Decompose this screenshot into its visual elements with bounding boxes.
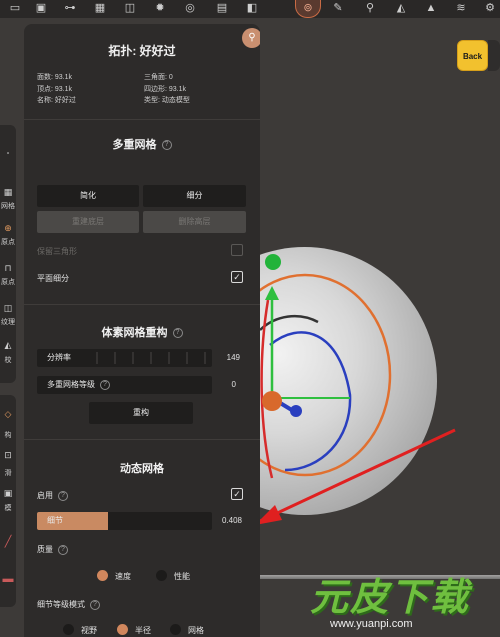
mode-radius-radio[interactable] [117, 624, 128, 635]
multires-level-label-text: 多重网格等级 [47, 380, 95, 389]
lt-grid-icon[interactable]: ▦ [0, 187, 16, 198]
lt2-label-2: 模 [4, 505, 12, 512]
topology-panel: 拓扑: 好好过 ⚲ 面数: 93.1k 顶点: 93.1k 名称: 好好过 三角… [24, 24, 260, 637]
lt-label-1: 原点 [1, 239, 15, 246]
lt-label-3: 纹理 [1, 319, 15, 326]
delete-higher-button[interactable]: 删除高层 [143, 211, 246, 233]
gizmo-red-ring [260, 299, 274, 479]
left-toolbar-lower: ◇ 构 ⊡ 滑 ▣ 模 ╱ ▬ [0, 395, 16, 607]
multires-level-slider[interactable]: 多重网格等级? [37, 376, 212, 394]
quality-label-text: 质量 [37, 545, 53, 554]
help-icon[interactable]: ? [58, 544, 68, 555]
lt-drop-icon[interactable]: ◇ [0, 409, 16, 420]
keep-triangles-checkbox[interactable] [231, 244, 243, 256]
help-icon[interactable]: ? [172, 328, 183, 339]
lt-symmetry-icon[interactable]: ◭ [0, 340, 16, 351]
flat-subdiv-label: 平面细分 [37, 274, 69, 283]
watermark: 元皮下载 www.yuanpi.com [310, 560, 500, 637]
multires-heading-text: 多重网格 [112, 139, 157, 151]
lt-image-icon[interactable]: ▣ [0, 488, 16, 499]
lt-label-0: 网格 [1, 203, 15, 210]
lt-copy-icon[interactable]: ◫ [0, 303, 16, 314]
quality-label: 质量? [37, 544, 68, 555]
lt-target-icon[interactable]: ⊕ [0, 223, 16, 234]
stat-triangles: 三角面: 0 [144, 74, 173, 81]
lt2-label-0: 构 [4, 432, 12, 439]
watermark-url: www.yuanpi.com [330, 618, 413, 630]
rebuild-lower-button[interactable]: 重建底层 [37, 211, 139, 233]
stat-name: 名称: 好好过 [37, 97, 76, 104]
divider [24, 119, 260, 120]
flat-subdiv-checkbox[interactable]: ✓ [231, 271, 243, 283]
divider [24, 304, 260, 305]
detail-mode-label: 细节等级模式? [37, 599, 100, 610]
gizmo-dark-arc [259, 314, 319, 331]
stat-type: 类型: 动态模型 [144, 97, 190, 104]
multires-level-value: 0 [231, 380, 236, 389]
resolution-slider[interactable]: 分辨率 [37, 349, 212, 367]
voxel-heading-text: 体素网格重构 [101, 327, 168, 339]
gizmo-y-arrow [265, 286, 279, 300]
panel-title: 拓扑: 好好过 [108, 44, 176, 58]
help-icon[interactable]: ? [58, 490, 68, 501]
dyntopo-heading: 动态网格 [120, 463, 164, 475]
detail-mode-label-text: 细节等级模式 [37, 600, 85, 609]
right-panel-tab[interactable] [488, 40, 500, 71]
mode-view-radio[interactable] [63, 624, 74, 635]
lt-export-icon[interactable]: ⊡ [0, 450, 16, 461]
gizmo-blue-ring [269, 331, 352, 472]
keep-triangles-label: 保留三角形 [37, 247, 77, 256]
stat-vertices: 顶点: 93.1k [37, 86, 73, 93]
enable-label: 启用? [37, 490, 68, 501]
subdivide-button[interactable]: 细分 [143, 185, 246, 207]
lt-arrow-icon[interactable]: ° [0, 152, 16, 159]
lt-lock-icon[interactable]: ⊓ [0, 263, 16, 274]
mode-radius-label: 半径 [135, 626, 151, 635]
multires-heading: 多重网格? [24, 136, 260, 152]
mode-mesh-radio[interactable] [170, 624, 181, 635]
quality-speed-label: 速度 [115, 572, 131, 581]
lt-label-4: 校 [4, 357, 12, 364]
gizmo-z-handle [290, 405, 302, 417]
resolution-value: 149 [226, 353, 240, 362]
help-icon[interactable]: ? [90, 599, 100, 610]
quality-performance-radio[interactable] [156, 570, 167, 581]
lt-color-swatch-icon[interactable]: ╱ [0, 535, 16, 548]
multires-level-label: 多重网格等级? [47, 376, 110, 394]
detail-label: 细节 [47, 516, 63, 525]
stat-quads: 四边形: 93.1k [144, 86, 187, 93]
detail-value: 0.408 [221, 516, 242, 525]
left-toolbar: ° ▦ 网格 ⊕ 原点 ⊓ 原点 ◫ 纹理 ◭ 校 [0, 125, 16, 383]
gizmo-center-handle [262, 391, 282, 411]
lt-label-2: 原点 [1, 279, 15, 286]
help-icon[interactable]: ? [100, 379, 110, 390]
quality-performance-label: 性能 [174, 572, 190, 581]
remesh-button[interactable]: 重构 [89, 402, 193, 424]
enable-checkbox[interactable]: ✓ [231, 488, 243, 500]
pin-icon[interactable]: ⚲ [242, 28, 260, 48]
simplify-button[interactable]: 简化 [37, 185, 139, 207]
quality-speed-radio[interactable] [97, 570, 108, 581]
mode-mesh-label: 网格 [188, 626, 204, 635]
back-button[interactable]: Back [457, 40, 488, 71]
detail-slider[interactable]: 细节 [37, 512, 212, 530]
resolution-ticks [96, 352, 206, 364]
help-icon[interactable]: ? [161, 140, 172, 151]
voxel-heading: 体素网格重构? [24, 324, 260, 340]
enable-label-text: 启用 [37, 491, 53, 500]
watermark-text: 元皮下载 [310, 577, 471, 619]
viewport[interactable]: ▭ ▣ ⊶ ▦ ◫ ✹ ◎ ▤ ◧ ⊚ ✎ ⚲ ◭ ▲ ≋ ⚙ Back ° ▦… [0, 0, 500, 637]
stat-faces: 面数: 93.1k [37, 74, 73, 81]
mode-view-label: 视野 [81, 626, 97, 635]
gizmo-y-handle [265, 254, 281, 270]
annotation-arrow-line [257, 428, 456, 524]
lt2-label-1: 滑 [4, 470, 12, 477]
divider [24, 439, 260, 440]
lt-color-swatch-2-icon[interactable]: ▬ [0, 573, 16, 585]
